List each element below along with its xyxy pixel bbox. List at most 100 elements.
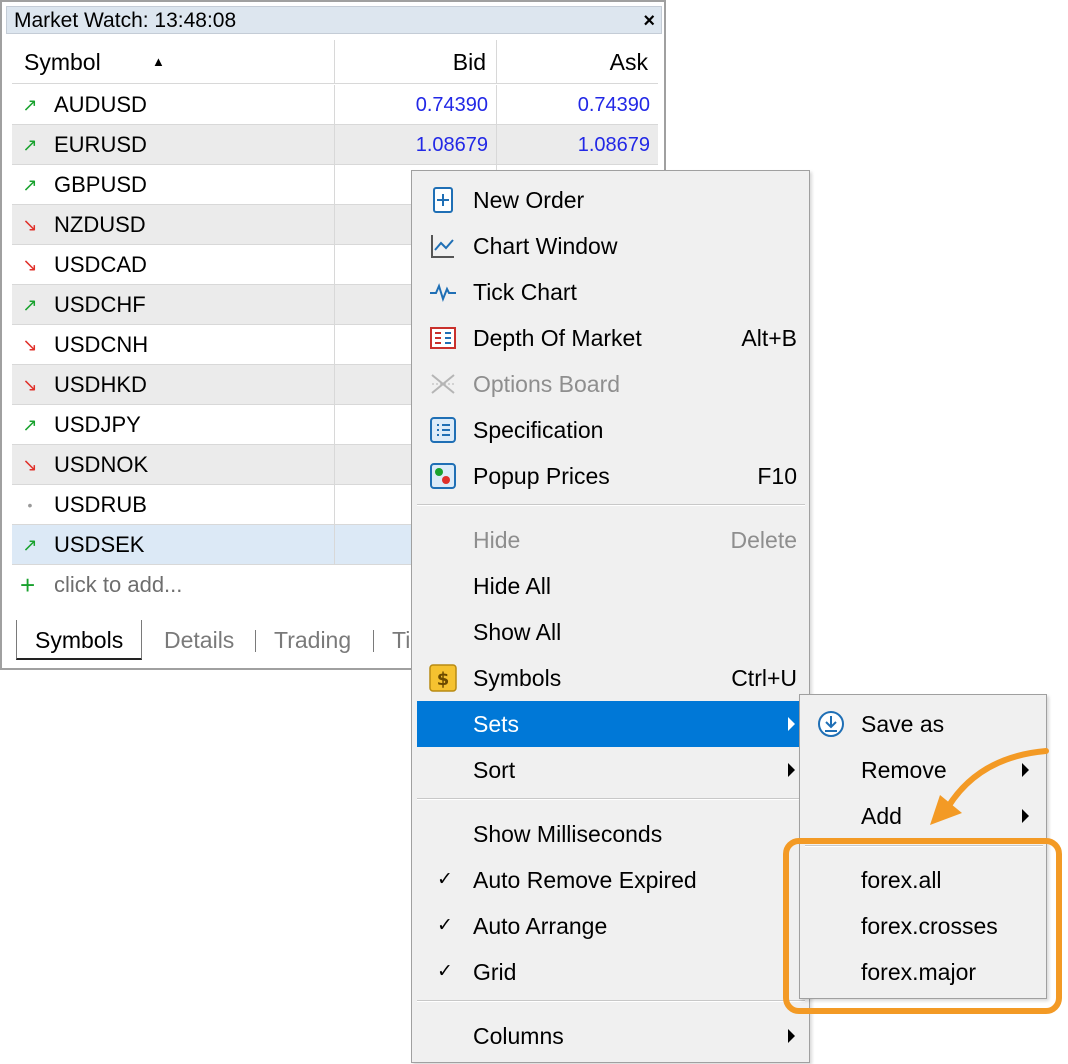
trend-up-icon: ↗ [22,535,38,555]
new-order-icon [433,187,453,213]
tab-details[interactable]: Details [164,620,234,660]
symbol-name: USDRUB [54,492,147,517]
ask-price: 1.08679 [496,125,658,165]
trend-flat-icon: • [27,497,33,513]
menu-item-show-milliseconds[interactable]: Show Milliseconds [417,811,805,857]
submenu-arrow-icon [788,1029,795,1043]
tab-symbols[interactable]: Symbols [16,620,143,660]
menu-item-hide: Hide Delete [417,517,805,563]
menu-item-show-all[interactable]: Show All [417,609,805,655]
trend-down-icon: ↘ [22,375,38,395]
symbol-name: NZDUSD [54,212,146,237]
specification-icon [430,417,456,443]
sort-ascending-icon: ▲ [152,54,165,69]
tab-more[interactable]: Ti [392,620,410,660]
check-icon: ✓ [437,869,453,890]
options-board-icon [431,374,455,394]
trend-up-icon: ↗ [22,415,38,435]
popup-prices-icon [430,463,456,489]
menu-item-columns[interactable]: Columns [417,1013,805,1059]
trend-up-icon: ↗ [22,295,38,315]
symbol-row-audusd[interactable]: ↗ AUDUSD 0.74390 0.74390 [12,85,658,125]
submenu-separator [805,845,1043,847]
symbol-name: USDNOK [54,452,149,477]
add-symbol-label: click to add... [54,572,183,597]
symbol-name: GBPUSD [54,172,147,197]
window-title: Market Watch: 13:48:08 [14,9,237,32]
symbol-name: EURUSD [54,132,147,157]
menu-item-label: Columns [473,1023,564,1049]
tab-separator [373,630,374,652]
submenu-arrow-icon [1022,809,1029,823]
menu-item-sets[interactable]: Sets [417,701,805,747]
svg-text:$: $ [437,669,450,690]
submenu-item-set-forex-all[interactable]: forex.all [805,857,1043,903]
menu-separator [417,798,805,800]
save-as-icon [818,711,844,737]
tick-chart-icon [430,283,456,303]
menu-item-popup-prices[interactable]: Popup Prices F10 [417,453,805,499]
submenu-item-set-forex-crosses[interactable]: forex.crosses [805,903,1043,949]
menu-item-label: Grid [473,959,517,985]
title-bar[interactable]: Market Watch: 13:48:08 × [6,6,662,34]
tab-trading[interactable]: Trading [274,620,351,660]
symbol-name: USDSEK [54,532,145,557]
menu-item-label: Show All [473,619,562,645]
trend-up-icon: ↗ [22,135,38,155]
submenu-item-remove[interactable]: Remove [805,747,1043,793]
menu-item-label: Sets [473,711,520,737]
menu-item-sort[interactable]: Sort [417,747,805,793]
submenu-item-add[interactable]: Add [805,793,1043,839]
menu-item-label: Auto Arrange [473,913,608,939]
menu-item-depth-of-market[interactable]: Depth Of Market Alt+B [417,315,805,361]
column-header-bid[interactable]: Bid [334,40,496,84]
menu-item-label: Specification [473,417,604,443]
bid-price: 1.08679 [334,125,496,165]
menu-item-label: Hide [473,527,521,553]
check-icon: ✓ [437,961,453,982]
column-header-row: Symbol ▲ Bid Ask [12,40,658,84]
trend-down-icon: ↘ [22,255,38,275]
plus-icon: + [20,570,36,600]
submenu-arrow-icon [1022,763,1029,777]
column-header-ask[interactable]: Ask [496,40,658,84]
tab-separator [255,630,256,652]
submenu-item-label: Add [861,803,902,829]
menu-item-label: Show Milliseconds [473,821,663,847]
menu-item-label: Tick Chart [473,279,577,305]
menu-shortcut: F10 [757,463,797,489]
menu-separator [417,1000,805,1002]
menu-shortcut: Alt+B [741,325,797,351]
trend-down-icon: ↘ [22,215,38,235]
symbol-name: AUDUSD [54,92,147,117]
menu-item-label: Options Board [473,371,621,397]
menu-item-hide-all[interactable]: Hide All [417,563,805,609]
menu-separator [417,504,805,506]
menu-item-auto-arrange[interactable]: ✓ Auto Arrange [417,903,805,949]
symbol-name: USDCNH [54,332,149,357]
symbol-name: USDCAD [54,252,147,277]
menu-item-label: New Order [473,187,585,213]
menu-item-label: Chart Window [473,233,618,259]
ask-price: 0.74390 [496,85,658,125]
menu-item-chart-window[interactable]: Chart Window [417,223,805,269]
menu-item-label: Symbols [473,665,562,691]
context-menu: New Order Chart Window Tick Chart Depth … [411,170,810,1063]
menu-item-grid[interactable]: ✓ Grid [417,949,805,995]
menu-item-new-order[interactable]: New Order [417,177,805,223]
menu-item-tick-chart[interactable]: Tick Chart [417,269,805,315]
column-header-symbol[interactable]: Symbol ▲ [24,40,336,84]
menu-shortcut: Delete [730,527,797,553]
symbol-row-eurusd[interactable]: ↗ EURUSD 1.08679 1.08679 [12,125,658,165]
menu-item-specification[interactable]: Specification [417,407,805,453]
bid-price: 0.74390 [334,85,496,125]
trend-up-icon: ↗ [22,175,38,195]
menu-item-auto-remove-expired[interactable]: ✓ Auto Remove Expired [417,857,805,903]
menu-item-symbols[interactable]: $ Symbols Ctrl+U [417,655,805,701]
submenu-item-save-as[interactable]: Save as [805,701,1043,747]
submenu-item-set-forex-major[interactable]: forex.major [805,949,1043,995]
close-icon[interactable]: × [643,8,655,34]
trend-down-icon: ↘ [22,455,38,475]
symbol-name: USDCHF [54,292,146,317]
menu-item-label: Depth Of Market [473,325,642,351]
